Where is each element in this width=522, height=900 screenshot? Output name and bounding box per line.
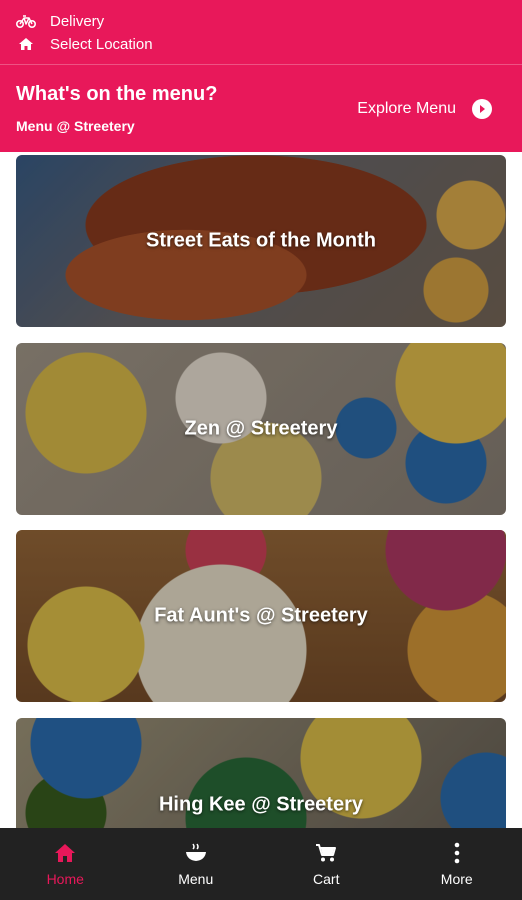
explore-menu-button[interactable]: Explore Menu xyxy=(357,97,492,121)
tab-label: Menu xyxy=(178,871,214,887)
delivery-bar: Delivery Select Location xyxy=(0,0,522,64)
delivery-label: Delivery xyxy=(50,12,105,30)
menu-card-fat-aunts[interactable]: Fat Aunt's @ Streetery xyxy=(16,530,506,702)
card-title: Street Eats of the Month xyxy=(145,229,376,252)
explore-menu-label: Explore Menu xyxy=(357,100,456,117)
bicycle-icon xyxy=(16,13,36,29)
more-vertical-icon xyxy=(454,842,460,864)
tab-home[interactable]: Home xyxy=(0,828,131,900)
select-location[interactable]: Select Location xyxy=(16,34,153,54)
app-header: Delivery Select Location What's on the m… xyxy=(0,0,522,152)
menu-card-street-eats[interactable]: Street Eats of the Month xyxy=(16,155,506,327)
tab-cart[interactable]: Cart xyxy=(261,828,392,900)
page-title: What's on the menu? xyxy=(16,83,218,105)
food-bowl-icon xyxy=(185,842,207,864)
location-label: Select Location xyxy=(50,35,153,53)
tab-more[interactable]: More xyxy=(392,828,522,900)
home-icon xyxy=(16,36,36,52)
bottom-tab-bar: Home Menu Cart More xyxy=(0,828,522,900)
card-title: Fat Aunt's @ Streetery xyxy=(154,604,368,627)
tab-menu[interactable]: Menu xyxy=(131,828,262,900)
delivery-mode[interactable]: Delivery xyxy=(16,11,104,31)
menu-card-zen[interactable]: Zen @ Streetery xyxy=(16,343,506,515)
card-title: Hing Kee @ Streetery xyxy=(158,793,363,816)
tab-label: Cart xyxy=(313,871,340,887)
tab-label: Home xyxy=(46,871,84,887)
header-divider xyxy=(0,64,522,65)
cart-icon xyxy=(315,842,337,864)
chevron-right-circle-icon xyxy=(472,99,492,119)
menu-card-hing-kee[interactable]: Hing Kee @ Streetery xyxy=(16,718,506,838)
page-subtitle: Menu @ Streetery xyxy=(16,118,135,134)
card-title: Zen @ Streetery xyxy=(184,417,338,440)
home-icon xyxy=(54,842,76,864)
tab-label: More xyxy=(440,871,473,887)
